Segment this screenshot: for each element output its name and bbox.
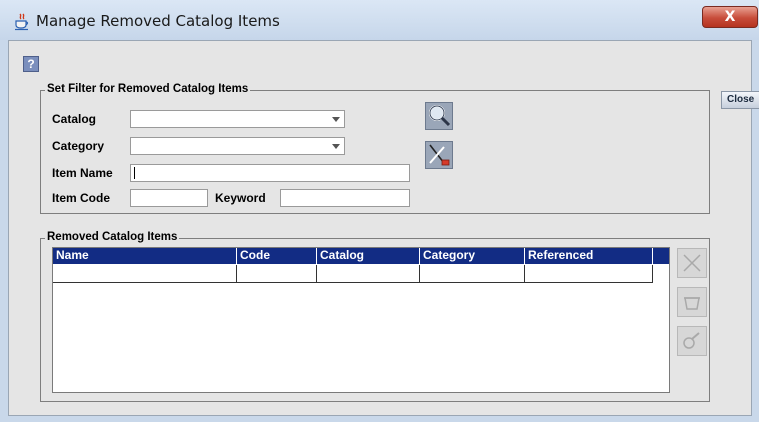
clear-filter-icon <box>425 141 453 169</box>
window-title: Manage Removed Catalog Items <box>36 12 280 30</box>
magnifier-icon <box>425 102 453 130</box>
search-button[interactable] <box>425 102 453 130</box>
table-row[interactable] <box>53 265 653 283</box>
category-select[interactable] <box>130 137 345 155</box>
restore-button[interactable] <box>677 287 707 317</box>
item-code-label: Item Code <box>52 191 111 205</box>
delete-button[interactable] <box>677 248 707 278</box>
java-cup-icon <box>15 13 29 31</box>
chevron-down-icon <box>332 117 340 122</box>
chevron-down-icon <box>332 144 340 149</box>
filter-legend: Set Filter for Removed Catalog Items <box>45 83 251 95</box>
catalog-label: Catalog <box>52 112 97 126</box>
view-icon <box>683 332 700 349</box>
table-cell[interactable] <box>237 265 317 283</box>
table-cell[interactable] <box>420 265 525 283</box>
column-header-catalog[interactable]: Catalog <box>317 248 420 264</box>
view-button[interactable] <box>677 326 707 356</box>
delete-icon <box>683 254 701 272</box>
column-header-code[interactable]: Code <box>237 248 317 264</box>
column-header-category[interactable]: Category <box>420 248 525 264</box>
item-name-input[interactable] <box>130 164 410 182</box>
clear-filter-button[interactable] <box>425 141 453 169</box>
item-code-input[interactable] <box>130 189 208 207</box>
close-button[interactable]: Close <box>721 91 759 109</box>
keyword-input[interactable] <box>280 189 410 207</box>
text-caret <box>134 167 135 179</box>
results-legend: Removed Catalog Items <box>45 231 180 243</box>
window-close-button[interactable]: X <box>702 6 758 28</box>
catalog-select[interactable] <box>130 110 345 128</box>
restore-icon <box>684 297 700 310</box>
category-label: Category <box>52 139 105 153</box>
results-table[interactable]: Name Code Catalog Category Referenced <box>52 247 670 393</box>
table-cell[interactable] <box>317 265 420 283</box>
app-window: Manage Removed Catalog Items X ? Close S… <box>0 0 759 422</box>
help-icon[interactable]: ? <box>23 56 39 72</box>
table-header: Name Code Catalog Category Referenced <box>53 248 669 264</box>
column-header-referenced[interactable]: Referenced <box>525 248 653 264</box>
title-bar[interactable]: Manage Removed Catalog Items X <box>0 0 759 40</box>
table-cell[interactable] <box>53 265 237 283</box>
item-name-label: Item Name <box>52 166 113 180</box>
table-cell[interactable] <box>525 265 653 283</box>
keyword-label: Keyword <box>215 191 266 205</box>
column-header-name[interactable]: Name <box>53 248 237 264</box>
